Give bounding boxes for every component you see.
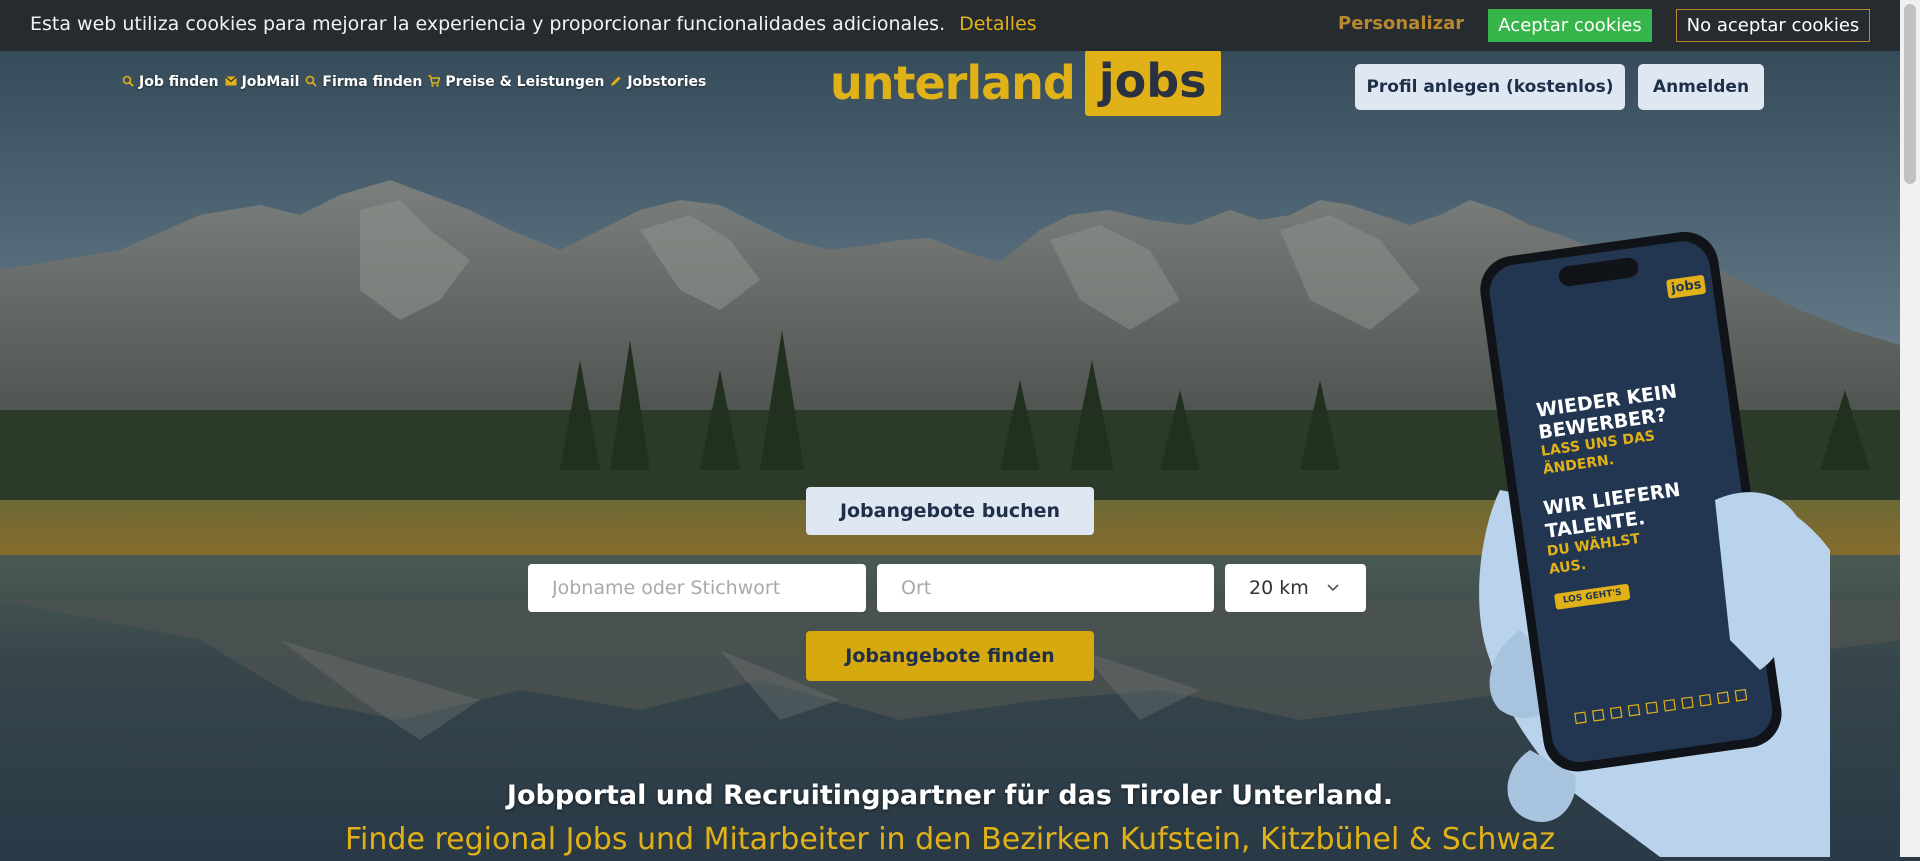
location-input[interactable]: [877, 564, 1214, 612]
search-icon: [305, 75, 318, 90]
accept-cookies-button[interactable]: Aceptar cookies: [1488, 9, 1652, 42]
cookie-banner: Esta web utiliza cookies para mejorar la…: [0, 0, 1900, 51]
tagline-headline: Jobportal und Recruitingpartner für das …: [506, 780, 1394, 811]
nav-item-label: JobMail: [241, 74, 300, 90]
pencil-icon: [610, 75, 622, 90]
nav-item-label: Preise & Leistungen: [445, 74, 605, 90]
site-logo[interactable]: unterland jobs: [830, 50, 1221, 116]
create-profile-button[interactable]: Profil anlegen (kostenlos): [1355, 64, 1625, 110]
nav-item-firma-finden[interactable]: Firma finden: [305, 74, 422, 90]
cart-icon: [428, 74, 441, 90]
scrollbar-thumb[interactable]: [1904, 4, 1916, 184]
main-nav: Job finden JobMail Firma finden Preise &…: [122, 74, 706, 90]
nav-item-label: Job finden: [139, 74, 219, 90]
page-scrollbar[interactable]: [1900, 0, 1920, 857]
nav-item-preise[interactable]: Preise & Leistungen: [428, 74, 604, 90]
nav-item-label: Firma finden: [322, 74, 423, 90]
find-jobs-button[interactable]: Jobangebote finden: [806, 631, 1094, 681]
logo-text-unterland: unterland: [830, 56, 1076, 110]
cookie-message: Esta web utiliza cookies para mejorar la…: [30, 13, 1037, 35]
hand-phone-graphic: [1479, 231, 1830, 857]
cookie-message-text: Esta web utiliza cookies para mejorar la…: [30, 13, 946, 35]
nav-item-jobstories[interactable]: Jobstories: [610, 74, 706, 90]
tagline-subline: Finde regional Jobs und Mitarbeiter in d…: [344, 822, 1556, 857]
radius-value: 20 km: [1249, 577, 1309, 599]
search-icon: [122, 75, 134, 90]
nav-item-job-finden[interactable]: Job finden: [122, 74, 219, 90]
chevron-down-icon: [1327, 581, 1339, 596]
nav-item-jobmail[interactable]: JobMail: [224, 74, 300, 90]
mail-icon: [224, 75, 237, 89]
radius-select[interactable]: 20 km: [1225, 564, 1366, 612]
phone-promo-illustration[interactable]: jobs WIEDER KEIN BEWERBER? LASS UNS DAS …: [1460, 230, 1830, 861]
job-keyword-input[interactable]: [528, 564, 866, 612]
logo-text-jobs: jobs: [1084, 50, 1221, 116]
login-button[interactable]: Anmelden: [1638, 64, 1764, 110]
reject-cookies-button[interactable]: No aceptar cookies: [1676, 9, 1870, 42]
nav-item-label: Jobstories: [627, 74, 707, 90]
book-job-offers-button[interactable]: Jobangebote buchen: [806, 487, 1094, 535]
cookie-details-link[interactable]: Detalles: [959, 13, 1037, 35]
cookie-personalize-link[interactable]: Personalizar: [1338, 13, 1464, 34]
